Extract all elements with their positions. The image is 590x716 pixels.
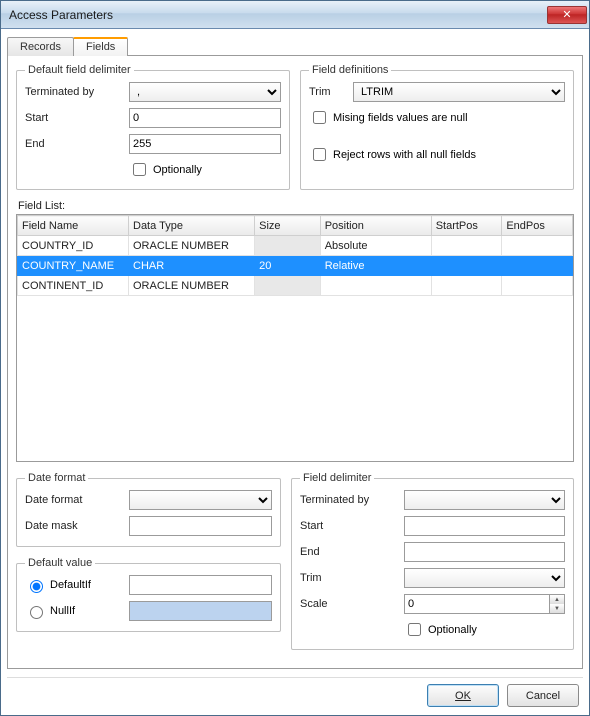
spin-down-icon[interactable]: ▼ xyxy=(550,604,564,613)
fd-trim-select[interactable] xyxy=(404,568,565,588)
date-mask-input[interactable] xyxy=(129,516,272,536)
field-list-grid[interactable]: Field NameData TypeSizePositionStartPosE… xyxy=(16,214,574,462)
group-field-definitions-legend: Field definitions xyxy=(309,64,391,76)
fd-optionally-label: Optionally xyxy=(428,624,477,636)
nullif-label: NullIf xyxy=(50,605,75,617)
fd-terminated-select[interactable] xyxy=(404,490,565,510)
cancel-label: Cancel xyxy=(526,690,560,702)
fd-trim-label: Trim xyxy=(300,572,400,584)
fd-start-input[interactable] xyxy=(404,516,565,536)
defaultif-radio[interactable] xyxy=(30,580,43,593)
table-cell[interactable]: CHAR xyxy=(129,256,255,276)
terminated-by-select[interactable]: , xyxy=(129,82,281,102)
tab-records[interactable]: Records xyxy=(7,37,74,56)
missing-null-label: Mising fields values are null xyxy=(333,112,468,124)
optionally-label: Optionally xyxy=(153,164,202,176)
defaultif-label: DefaultIf xyxy=(50,579,91,591)
trim-select[interactable]: LTRIM xyxy=(353,82,565,102)
date-format-label: Date format xyxy=(25,494,125,506)
dialog-window: Access Parameters ✕ Records Fields Defau… xyxy=(0,0,590,716)
column-header[interactable]: Field Name xyxy=(18,216,129,236)
fd-scale-label: Scale xyxy=(300,598,400,610)
table-cell[interactable] xyxy=(320,276,431,296)
date-mask-label: Date mask xyxy=(25,520,125,532)
field-list-label: Field List: xyxy=(18,200,574,212)
group-field-definitions: Field definitions Trim LTRIM Mising fiel… xyxy=(300,64,574,190)
nullif-radio[interactable] xyxy=(30,606,43,619)
table-cell[interactable]: ORACLE NUMBER xyxy=(129,236,255,256)
trim-label: Trim xyxy=(309,86,349,98)
table-cell[interactable] xyxy=(502,276,573,296)
separator xyxy=(7,677,583,678)
close-button[interactable]: ✕ xyxy=(547,6,587,24)
nullif-input[interactable] xyxy=(129,601,272,621)
table-cell[interactable] xyxy=(255,236,321,256)
group-default-value: Default value DefaultIf xyxy=(16,557,281,632)
start-input[interactable] xyxy=(129,108,281,128)
group-default-delimiter: Default field delimiter Terminated by , … xyxy=(16,64,290,190)
defaultif-input[interactable] xyxy=(129,575,272,595)
tab-fields-label: Fields xyxy=(86,41,115,53)
terminated-by-label: Terminated by xyxy=(25,86,125,98)
fd-start-label: Start xyxy=(300,520,400,532)
group-default-value-legend: Default value xyxy=(25,557,95,569)
table-cell[interactable] xyxy=(502,236,573,256)
table-cell[interactable]: 20 xyxy=(255,256,321,276)
table-cell[interactable]: Relative xyxy=(320,256,431,276)
end-input[interactable] xyxy=(129,134,281,154)
table-row[interactable]: COUNTRY_IDORACLE NUMBER Absolute xyxy=(18,236,573,256)
group-field-delimiter: Field delimiter Terminated by Start End … xyxy=(291,472,574,650)
reject-all-null-label: Reject rows with all null fields xyxy=(333,149,476,161)
cancel-button[interactable]: Cancel xyxy=(507,684,579,707)
ok-label: OK xyxy=(455,690,471,702)
table-cell[interactable]: ORACLE NUMBER xyxy=(129,276,255,296)
fd-end-label: End xyxy=(300,546,400,558)
tab-records-label: Records xyxy=(20,41,61,53)
table-cell[interactable]: CONTINENT_ID xyxy=(18,276,129,296)
end-label: End xyxy=(25,138,125,150)
close-icon: ✕ xyxy=(562,8,571,21)
tab-fields[interactable]: Fields xyxy=(73,37,128,56)
group-date-format-legend: Date format xyxy=(25,472,88,484)
reject-all-null-checkbox[interactable] xyxy=(313,148,326,161)
window-title: Access Parameters xyxy=(9,8,547,22)
table-cell[interactable]: COUNTRY_NAME xyxy=(18,256,129,276)
date-format-select[interactable] xyxy=(129,490,272,510)
column-header[interactable]: StartPos xyxy=(431,216,502,236)
table-cell[interactable] xyxy=(431,256,502,276)
fd-end-input[interactable] xyxy=(404,542,565,562)
ok-button[interactable]: OK xyxy=(427,684,499,707)
fd-optionally-checkbox[interactable] xyxy=(408,623,421,636)
titlebar: Access Parameters ✕ xyxy=(1,1,589,29)
group-date-format: Date format Date format Date mask xyxy=(16,472,281,547)
column-header[interactable]: Position xyxy=(320,216,431,236)
table-row[interactable]: COUNTRY_NAMECHAR20Relative xyxy=(18,256,573,276)
group-default-delimiter-legend: Default field delimiter xyxy=(25,64,134,76)
optionally-checkbox[interactable] xyxy=(133,163,146,176)
missing-null-checkbox[interactable] xyxy=(313,111,326,124)
column-header[interactable]: Size xyxy=(255,216,321,236)
table-cell[interactable] xyxy=(431,276,502,296)
tab-bar: Records Fields xyxy=(7,33,583,55)
table-cell[interactable] xyxy=(502,256,573,276)
fd-scale-input[interactable] xyxy=(404,594,549,614)
spin-up-icon[interactable]: ▲ xyxy=(550,595,564,604)
column-header[interactable]: EndPos xyxy=(502,216,573,236)
table-cell[interactable]: COUNTRY_ID xyxy=(18,236,129,256)
table-cell[interactable] xyxy=(255,276,321,296)
content-area: Records Fields Default field delimiter T… xyxy=(1,29,589,715)
column-header[interactable]: Data Type xyxy=(129,216,255,236)
table-row[interactable]: CONTINENT_IDORACLE NUMBER xyxy=(18,276,573,296)
start-label: Start xyxy=(25,112,125,124)
tab-panel-fields: Default field delimiter Terminated by , … xyxy=(7,55,583,669)
table-cell[interactable] xyxy=(431,236,502,256)
fd-terminated-label: Terminated by xyxy=(300,494,400,506)
table-cell[interactable]: Absolute xyxy=(320,236,431,256)
group-field-delimiter-legend: Field delimiter xyxy=(300,472,374,484)
